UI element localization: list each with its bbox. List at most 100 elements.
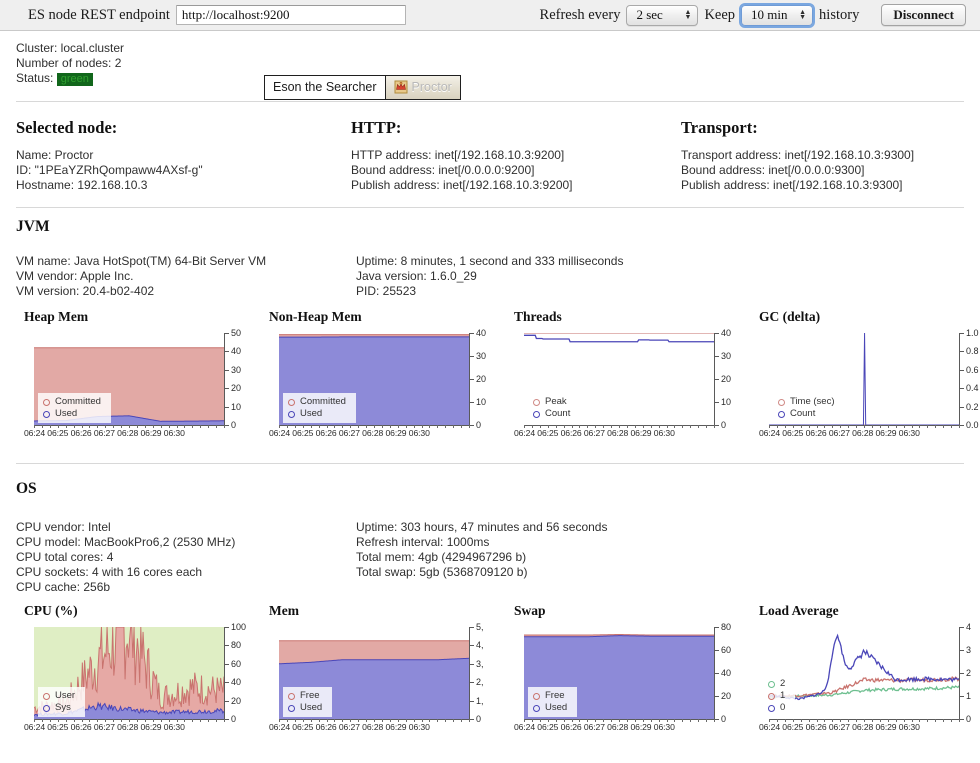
jvm-left-column: VM name: Java HotSpot(TM) 64-Bit Server … [16, 254, 356, 299]
series-area-used [279, 658, 469, 719]
node-tab-proctor[interactable]: Proctor [386, 75, 461, 100]
series-area-committed [34, 348, 224, 425]
y-axis-tick: 50 [225, 328, 241, 338]
master-node-icon [394, 80, 408, 94]
y-axis-tick: 5, [470, 622, 495, 632]
y-axis-tick: 20 [715, 691, 731, 701]
os-refresh-interval: Refresh interval: 1000ms [356, 535, 964, 550]
series-area-used [524, 636, 714, 719]
plot-canvas [769, 627, 959, 719]
node-tabs: Eson the Searcher Proctor [264, 75, 461, 100]
plot-canvas [34, 627, 224, 719]
node-name: Name: Proctor [16, 148, 351, 163]
http-column: HTTP: HTTP address: inet[/192.168.10.3:9… [351, 108, 681, 193]
http-bound-address: Bound address: inet[/0.0.0.0:9200] [351, 163, 681, 178]
cluster-status-row: Status: green [16, 71, 964, 86]
y-axis-tick: 2 [960, 668, 971, 678]
y-axis-tick: 0.8 [960, 346, 980, 356]
plot-canvas [279, 333, 469, 425]
node-tab-eson-the-searcher[interactable]: Eson the Searcher [264, 75, 386, 100]
plot-area: 02040608006:24 06:25 06:26 06:27 06:28 0… [514, 623, 746, 735]
http-publish-address: Publish address: inet[/192.168.10.3:9200… [351, 178, 681, 193]
endpoint-input[interactable] [176, 5, 406, 25]
x-axis-labels: 06:24 06:25 06:26 06:27 06:28 06:29 06:3… [759, 722, 980, 732]
y-axis-tick: 20 [715, 374, 731, 384]
history-length-value: 10 min [751, 7, 787, 23]
plot-area: 0102030405006:24 06:25 06:26 06:27 06:28… [24, 329, 256, 441]
stepper-arrows-icon: ▲▼ [799, 10, 806, 20]
disconnect-button[interactable]: Disconnect [881, 4, 966, 26]
jvm-right-column: Uptime: 8 minutes, 1 second and 333 mill… [356, 254, 964, 299]
plot-canvas [524, 627, 714, 719]
keep-label: Keep [698, 7, 741, 24]
plot-area: 02040608010006:24 06:25 06:26 06:27 06:2… [24, 623, 256, 735]
os-total-swap: Total swap: 5gb (5368709120 b) [356, 565, 964, 580]
history-length-select[interactable]: 10 min ▲▼ [741, 5, 813, 26]
status-badge: green [57, 73, 93, 86]
jvm-uptime: Uptime: 8 minutes, 1 second and 333 mill… [356, 254, 964, 269]
chart-swap: Swap 02040608006:24 06:25 06:26 06:27 06:… [506, 603, 751, 735]
chart-title: Swap [514, 603, 751, 619]
chart-title: GC (delta) [759, 309, 980, 325]
y-axis-tick: 4 [960, 622, 971, 632]
chart-title: Non-Heap Mem [269, 309, 506, 325]
toolbar: ES node REST endpoint Refresh every 2 se… [0, 0, 980, 31]
y-axis-tick: 40 [470, 328, 495, 338]
y-axis-tick: 0.4 [960, 383, 980, 393]
y-axis-tick: 10 [715, 397, 731, 407]
series-line-count [769, 333, 959, 425]
series-area-used [279, 337, 469, 425]
chart-gc-delta: GC (delta) 0.00.20.40.60.81.006:24 06:25 … [751, 309, 980, 441]
y-axis-tick: 60 [225, 659, 241, 669]
series-line-0 [769, 635, 959, 699]
cluster-status-label: Status: [16, 71, 53, 85]
y-axis-tick: 3, [470, 659, 495, 669]
x-axis-labels: 06:24 06:25 06:26 06:27 06:28 06:29 06:3… [24, 722, 256, 732]
chart-title: Heap Mem [24, 309, 261, 325]
refresh-interval-select[interactable]: 2 sec ▲▼ [626, 5, 698, 26]
series-line-count [524, 335, 714, 341]
y-axis-tick: 30 [715, 351, 731, 361]
y-axis-tick: 20 [470, 374, 495, 384]
selected-node-column: Selected node: Name: Proctor ID: "1PEaYZ… [16, 108, 351, 193]
plot-area: 0123406:24 06:25 06:26 06:27 06:28 06:29… [759, 623, 980, 735]
cpu-total-cores: CPU total cores: 4 [16, 550, 356, 565]
stepper-arrows-icon: ▲▼ [685, 10, 692, 20]
selected-node-heading: Selected node: [16, 118, 351, 138]
jvm-vm-name: VM name: Java HotSpot(TM) 64-Bit Server … [16, 254, 356, 269]
refresh-every-label: Refresh every [534, 7, 627, 24]
x-axis-labels: 06:24 06:25 06:26 06:27 06:28 06:29 06:3… [759, 428, 980, 438]
jvm-info: VM name: Java HotSpot(TM) 64-Bit Server … [16, 254, 964, 299]
y-axis-tick: 10 [470, 397, 495, 407]
jvm-chart-row: Heap Mem0102030405006:24 06:25 06:26 06:… [16, 309, 964, 441]
chart-load-average: Load Average0123406:24 06:25 06:26 06:27… [751, 603, 980, 735]
y-axis-tick: 80 [225, 640, 241, 650]
node-id: ID: "1PEaYZRhQompaww4AXsf-g" [16, 163, 351, 178]
y-axis-tick: 10 [225, 402, 241, 412]
http-heading: HTTP: [351, 118, 681, 138]
node-tab-label: Proctor [412, 80, 452, 94]
os-chart-row: CPU (%)02040608010006:24 06:25 06:26 06:… [16, 603, 964, 735]
refresh-interval-value: 2 sec [636, 7, 662, 23]
divider [16, 207, 964, 208]
plot-canvas [279, 627, 469, 719]
cpu-model: CPU model: MacBookPro6,2 (2530 MHz) [16, 535, 356, 550]
os-info: CPU vendor: Intel CPU model: MacBookPro6… [16, 520, 964, 595]
os-heading: OS [16, 480, 964, 498]
y-axis-tick: 100 [225, 622, 246, 632]
cpu-sockets: CPU sockets: 4 with 16 cores each [16, 565, 356, 580]
plot-area: 0.00.20.40.60.81.006:24 06:25 06:26 06:2… [759, 329, 980, 441]
node-tab-label: Eson the Searcher [273, 80, 377, 94]
chart-mem: Mem01,2,3,4,5,06:24 06:25 06:26 06:27 06… [261, 603, 506, 735]
http-address: HTTP address: inet[/192.168.10.3:9200] [351, 148, 681, 163]
y-axis-tick: 3 [960, 645, 971, 655]
os-right-column: Uptime: 303 hours, 47 minutes and 56 sec… [356, 520, 964, 595]
y-axis-tick: 40 [225, 346, 241, 356]
os-total-mem: Total mem: 4gb (4294967296 b) [356, 550, 964, 565]
cluster-node-count: Number of nodes: 2 [16, 56, 964, 71]
plot-canvas [769, 333, 959, 425]
history-label: history [813, 7, 865, 24]
y-axis-tick: 1 [960, 691, 971, 701]
os-left-column: CPU vendor: Intel CPU model: MacBookPro6… [16, 520, 356, 595]
transport-bound-address: Bound address: inet[/0.0.0.0:9300] [681, 163, 964, 178]
